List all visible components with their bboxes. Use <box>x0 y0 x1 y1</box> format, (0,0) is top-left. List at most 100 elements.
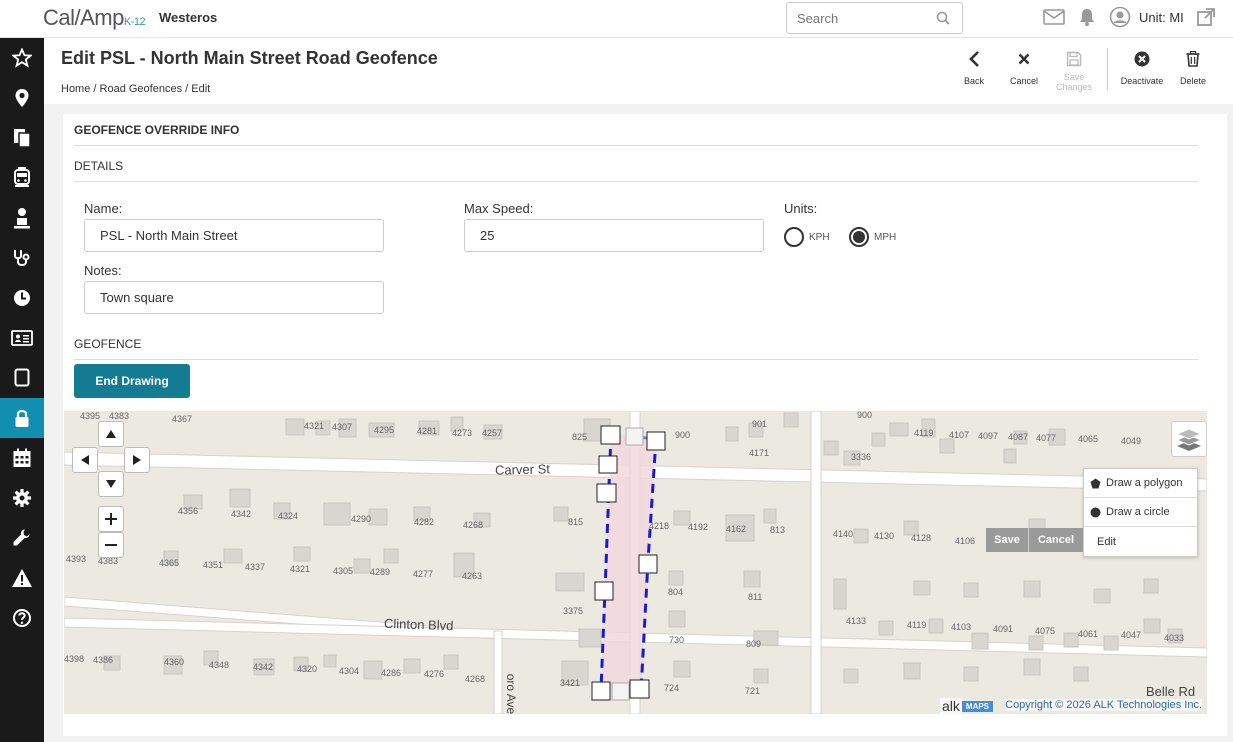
address-label: 4077 <box>1036 433 1057 443</box>
address-label: 4286 <box>381 668 402 678</box>
zoom-in-button[interactable] <box>98 506 124 532</box>
draw-polygon-item[interactable]: Draw a polygon <box>1084 469 1197 498</box>
back-button[interactable]: Back <box>949 48 999 92</box>
warning-icon <box>12 569 32 587</box>
address-label: 813 <box>770 525 786 535</box>
divider <box>74 181 1198 182</box>
alk-maps-logo: alk MAPS <box>940 698 994 714</box>
cancel-button[interactable]: Cancel <box>999 48 1049 92</box>
address-label: 809 <box>746 639 762 649</box>
layers-button[interactable] <box>1171 421 1207 457</box>
address-label: 4393 <box>66 554 87 564</box>
tablet-icon <box>14 368 30 387</box>
notes-field[interactable]: Town square <box>84 281 384 314</box>
radio-circle[interactable] <box>784 227 804 247</box>
search-box[interactable] <box>786 2 963 34</box>
search-input[interactable] <box>787 3 927 33</box>
sidebar-item-favorites[interactable] <box>0 38 44 78</box>
address-label: 804 <box>668 587 684 597</box>
toolbar-divider <box>1107 48 1108 90</box>
sidebar-item-calendar[interactable] <box>0 438 44 478</box>
save-changes-button[interactable]: Save Changes <box>1049 39 1099 92</box>
edit-item[interactable]: Edit <box>1084 527 1197 556</box>
divider <box>74 359 1198 360</box>
address-label: 4348 <box>209 660 230 670</box>
address-label: 4342 <box>253 662 274 672</box>
address-label: 4106 <box>955 536 976 546</box>
address-label: 730 <box>669 635 685 645</box>
address-label: 4351 <box>203 560 224 570</box>
sidebar-item-history[interactable] <box>0 278 44 318</box>
address-label: 4192 <box>688 522 709 532</box>
polygon-icon <box>1090 478 1101 488</box>
pan-right-button[interactable] <box>124 447 150 473</box>
sidebar-item-ids[interactable] <box>0 318 44 358</box>
street-label-belle: Belle Rd <box>1146 684 1196 699</box>
address-label: 4290 <box>351 514 372 524</box>
sidebar-item-tools[interactable] <box>0 518 44 558</box>
sidebar-item-locations[interactable] <box>0 78 44 118</box>
sidebar-item-devices[interactable] <box>0 358 44 398</box>
breadcrumb-edit: / Edit <box>185 83 211 95</box>
calamp-logo[interactable]: Cal/AmpK-12 <box>43 5 146 31</box>
sidebar-item-health[interactable] <box>0 238 44 278</box>
pan-down-button[interactable] <box>98 471 124 497</box>
unit-radio-kph[interactable]: KPH <box>784 227 830 247</box>
bell-icon[interactable] <box>1077 7 1097 27</box>
draw-circle-item[interactable]: Draw a circle <box>1084 498 1197 527</box>
address-label: 4356 <box>178 506 199 516</box>
address-label: 4282 <box>414 517 435 527</box>
address-label: 4337 <box>245 562 266 572</box>
external-link-icon[interactable] <box>1196 7 1216 27</box>
circle-icon <box>1090 507 1101 517</box>
pan-up-button[interactable] <box>98 421 124 447</box>
deactivate-button[interactable]: Deactivate <box>1116 48 1168 92</box>
address-label: 4162 <box>726 524 747 534</box>
map-view[interactable]: 4395 4383 4367 4321 4307 4295 4281 4273 … <box>64 411 1207 714</box>
breadcrumb: Home / Road Geofences / Edit <box>61 83 210 95</box>
sidebar-item-reports[interactable] <box>0 118 44 158</box>
arrow-left-icon <box>81 455 89 465</box>
breadcrumb-road-geofences[interactable]: / Road Geofences <box>93 83 182 95</box>
sidebar-item-buses[interactable] <box>0 158 44 198</box>
zoom-out-button[interactable] <box>98 532 124 558</box>
name-field[interactable]: PSL - North Main Street <box>84 219 384 252</box>
deactivate-icon <box>1134 51 1150 67</box>
mail-icon[interactable] <box>1043 9 1065 25</box>
address-label: 4119 <box>914 428 934 438</box>
sidebar-item-settings[interactable] <box>0 478 44 518</box>
search-icon[interactable] <box>936 11 950 25</box>
help-icon <box>13 609 31 627</box>
address-label: 4171 <box>749 448 770 458</box>
breadcrumb-home[interactable]: Home <box>61 83 90 95</box>
geofence-panel: GEOFENCE OVERRIDE INFO DETAILS Name: PSL… <box>63 114 1227 736</box>
map-copyright[interactable]: Copyright © 2026 ALK Technologies Inc. <box>1005 699 1202 711</box>
minus-icon <box>105 544 117 546</box>
address-label: 724 <box>664 683 680 693</box>
pan-left-button[interactable] <box>72 447 98 473</box>
section-title-override: GEOFENCE OVERRIDE INFO <box>74 123 240 137</box>
bus-icon <box>14 167 30 187</box>
map-save-button[interactable]: Save <box>986 528 1029 552</box>
sidebar-item-help[interactable] <box>0 598 44 638</box>
address-label: 4065 <box>1078 434 1099 444</box>
sidebar-item-security[interactable] <box>0 398 44 438</box>
address-label: 4268 <box>463 520 484 530</box>
location-pin-icon <box>15 89 29 107</box>
unit-label[interactable]: Unit: MI <box>1139 10 1184 25</box>
radio-circle-selected[interactable] <box>849 227 869 247</box>
sidebar-item-students[interactable] <box>0 198 44 238</box>
sidebar-item-alerts[interactable] <box>0 558 44 598</box>
documents-icon <box>14 129 31 148</box>
unit-radio-mph[interactable]: MPH <box>849 227 896 247</box>
map-cancel-button[interactable]: Cancel <box>1029 528 1083 552</box>
address-label: 815 <box>568 517 584 527</box>
page-header: Edit PSL - North Main Street Road Geofen… <box>44 38 1233 104</box>
user-avatar-icon[interactable] <box>1109 6 1131 28</box>
address-label: 4268 <box>465 674 486 684</box>
address-label: 900 <box>675 430 691 440</box>
end-drawing-button[interactable]: End Drawing <box>74 364 190 398</box>
delete-button[interactable]: Delete <box>1168 48 1218 92</box>
max-speed-field[interactable]: 25 <box>464 219 764 252</box>
page-title: Edit PSL - North Main Street Road Geofen… <box>61 48 438 68</box>
